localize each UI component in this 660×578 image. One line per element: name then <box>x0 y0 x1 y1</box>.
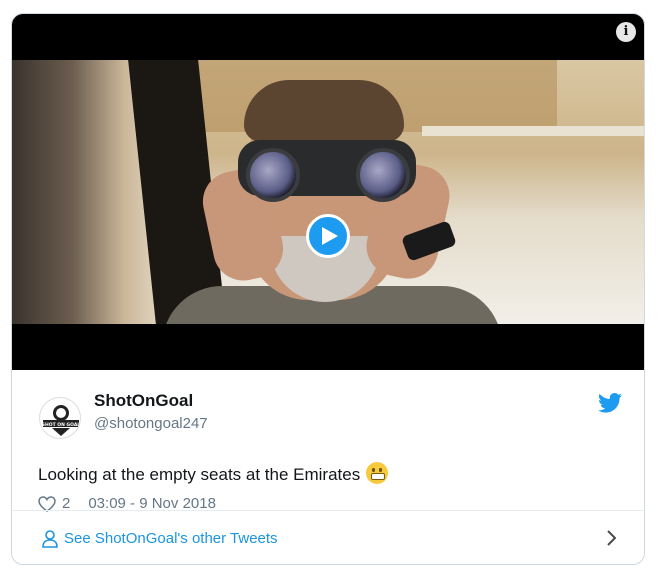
user-icon <box>42 530 58 548</box>
chevron-right-icon[interactable] <box>606 530 616 546</box>
tweet-text: Looking at the empty seats at the Emirat… <box>38 462 389 485</box>
video-player[interactable]: i <box>12 14 644 370</box>
tweet-body: SHOT ON GOAL ShotOnGoal @shotongoal247 L… <box>12 370 644 512</box>
avatar[interactable]: SHOT ON GOAL <box>39 397 81 439</box>
shotongoal-logo-icon: SHOT ON GOAL <box>42 405 81 436</box>
grimacing-emoji-icon <box>366 462 389 484</box>
tweet-text-content: Looking at the empty seats at the Emirat… <box>38 465 361 484</box>
see-other-tweets-link[interactable]: See ShotOnGoal's other Tweets <box>12 510 644 564</box>
play-icon <box>322 227 338 245</box>
svg-text:SHOT ON GOAL: SHOT ON GOAL <box>42 422 81 428</box>
author-handle[interactable]: @shotongoal247 <box>94 415 208 432</box>
see-other-tweets-label[interactable]: See ShotOnGoal's other Tweets <box>64 530 278 547</box>
play-button[interactable] <box>306 214 350 258</box>
video-thumbnail <box>12 60 644 324</box>
author-name[interactable]: ShotOnGoal <box>94 391 193 411</box>
tweet-embed-card: i SHOT ON GOAL ShotOnGoal @shotongoal247… <box>11 13 645 565</box>
info-icon[interactable]: i <box>616 22 636 42</box>
twitter-bird-icon[interactable] <box>598 393 622 413</box>
